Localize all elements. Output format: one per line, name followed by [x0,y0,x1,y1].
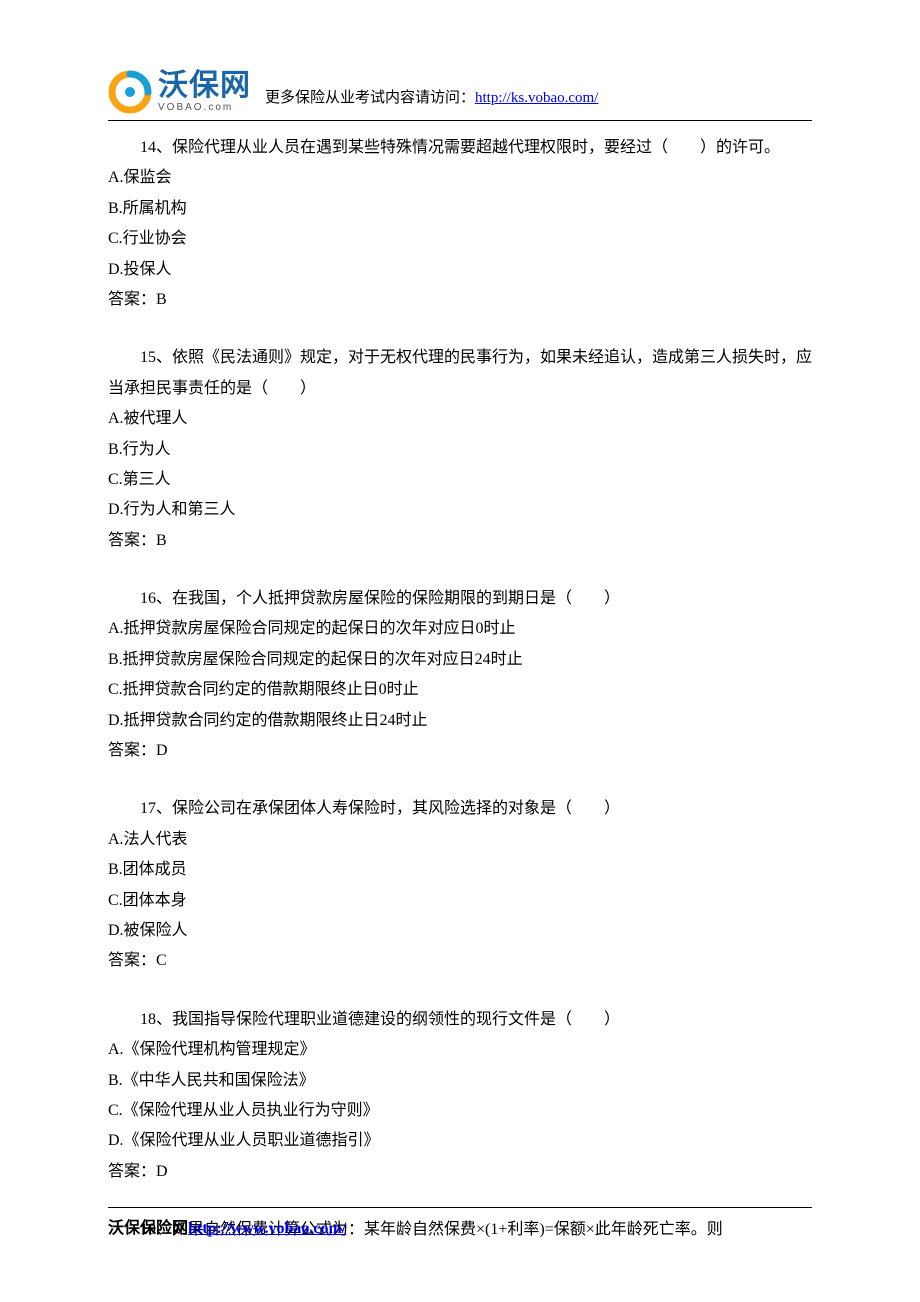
question-text: 16、在我国，个人抵押贷款房屋保险的保险期限的到期日是（ ） [108,584,812,614]
footer-text: 沃保保险网 [108,1220,188,1237]
question-option: C.抵押贷款合同约定的借款期限终止日0时止 [108,675,812,705]
question-option: C.团体本身 [108,886,812,916]
question-answer: 答案：B [108,285,812,315]
logo-text-domain: VOBAO.com [158,103,251,113]
question-option: A.被代理人 [108,404,812,434]
question-option: B.行为人 [108,435,812,465]
header-link[interactable]: http://ks.vobao.com/ [475,90,598,106]
page-header: 沃保网 VOBAO.com 更多保险从业考试内容请访问：http://ks.vo… [108,70,812,121]
question-block: 18、我国指导保险代理职业道德建设的纲领性的现行文件是（ ）A.《保险代理机构管… [108,1005,812,1187]
question-option: A.《保险代理机构管理规定》 [108,1035,812,1065]
question-text: 15、依照《民法通则》规定，对于无权代理的民事行为，如果未经追认，造成第三人损失… [108,343,812,404]
question-block: 14、保险代理从业人员在遇到某些特殊情况需要超越代理权限时，要经过（ ）的许可。… [108,133,812,315]
logo-text-zh: 沃保网 [158,71,251,101]
footer-link[interactable]: http://www.vobao.com/ [188,1220,346,1237]
question-answer: 答案：D [108,736,812,766]
question-answer: 答案：C [108,946,812,976]
header-note-text: 更多保险从业考试内容请访问： [265,90,475,106]
question-option: A.抵押贷款房屋保险合同规定的起保日的次年对应日0时止 [108,614,812,644]
content: 14、保险代理从业人员在遇到某些特殊情况需要超越代理权限时，要经过（ ）的许可。… [108,131,812,1246]
question-block: 15、依照《民法通则》规定，对于无权代理的民事行为，如果未经追认，造成第三人损失… [108,343,812,556]
header-note: 更多保险从业考试内容请访问：http://ks.vobao.com/ [265,84,598,115]
question-option: C.第三人 [108,465,812,495]
question-option: C.行业协会 [108,224,812,254]
question-option: D.《保险代理从业人员职业道德指引》 [108,1126,812,1156]
question-option: D.抵押贷款合同约定的借款期限终止日24时止 [108,706,812,736]
question-text: 18、我国指导保险代理职业道德建设的纲领性的现行文件是（ ） [108,1005,812,1035]
question-option: D.行为人和第三人 [108,495,812,525]
question-option: A.法人代表 [108,825,812,855]
logo: 沃保网 VOBAO.com [108,70,251,114]
question-option: B.抵押贷款房屋保险合同规定的起保日的次年对应日24时止 [108,645,812,675]
question-option: B.所属机构 [108,194,812,224]
question-answer: 答案：B [108,526,812,556]
question-option: A.保监会 [108,163,812,193]
question-option: C.《保险代理从业人员执业行为守则》 [108,1096,812,1126]
question-option: D.投保人 [108,255,812,285]
question-text: 17、保险公司在承保团体人寿保险时，其风险选择的对象是（ ） [108,794,812,824]
page-footer: 沃保保险网http://www.vobao.com/ [108,1207,812,1244]
question-answer: 答案：D [108,1157,812,1187]
question-block: 17、保险公司在承保团体人寿保险时，其风险选择的对象是（ ）A.法人代表B.团体… [108,794,812,976]
question-option: B.团体成员 [108,855,812,885]
question-option: B.《中华人民共和国保险法》 [108,1066,812,1096]
question-block: 16、在我国，个人抵押贷款房屋保险的保险期限的到期日是（ ）A.抵押贷款房屋保险… [108,584,812,766]
question-option: D.被保险人 [108,916,812,946]
question-text: 14、保险代理从业人员在遇到某些特殊情况需要超越代理权限时，要经过（ ）的许可。 [108,133,812,163]
logo-icon [108,70,152,114]
